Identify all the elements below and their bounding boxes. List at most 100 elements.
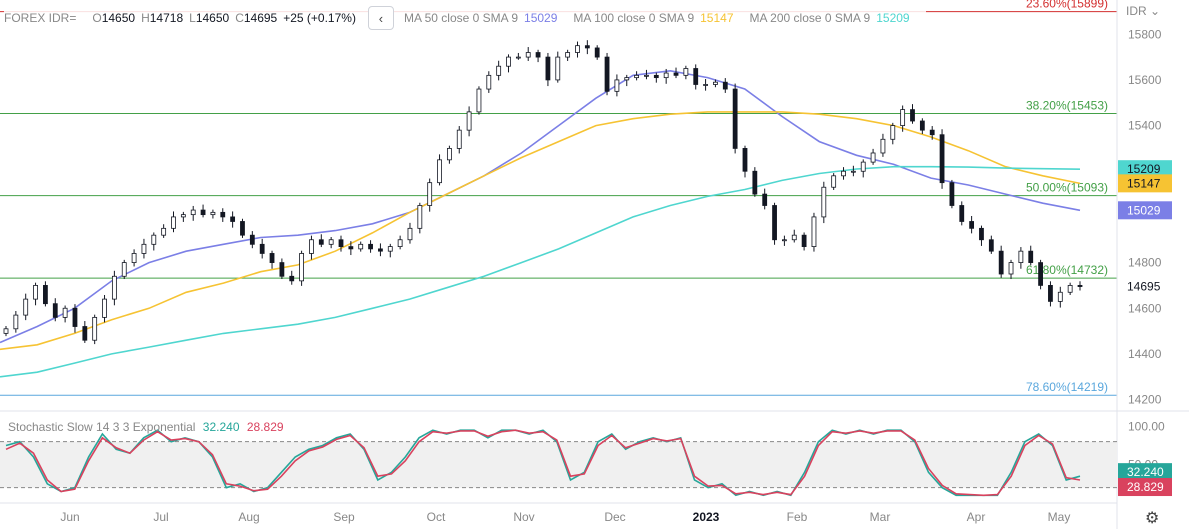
candle-body	[102, 298, 107, 318]
price-tick-label: 14200	[1128, 393, 1162, 407]
candle-body	[535, 52, 541, 58]
ma100-label[interactable]: MA 100 close 0 SMA 9	[573, 11, 694, 25]
candle-body	[515, 56, 521, 59]
candle-body	[1048, 285, 1053, 302]
candle-body	[397, 239, 403, 247]
candle-body	[1057, 291, 1063, 302]
candle-body	[545, 56, 551, 81]
candle-body	[230, 216, 236, 222]
chevron-left-icon: ‹	[378, 10, 384, 26]
fib-label: 50.00%(15093)	[1026, 181, 1108, 195]
candle-body	[190, 209, 196, 216]
candle-body	[456, 129, 462, 149]
stoch-k-badge: 32.240	[1127, 465, 1164, 479]
candle-body	[831, 175, 837, 188]
candle-body	[949, 182, 955, 206]
ma200-badge: 15209	[1127, 162, 1161, 176]
time-tick-label: Jun	[60, 510, 79, 524]
candle-body	[732, 88, 738, 149]
candle-body	[13, 314, 19, 330]
last-price-badge: 14695	[1127, 280, 1161, 294]
settings-gear-icon[interactable]: ⚙	[1145, 508, 1159, 528]
candle-body	[496, 65, 502, 76]
candle-body	[82, 326, 88, 341]
candle-body	[52, 303, 58, 318]
candle-body	[742, 148, 748, 172]
candle-body	[417, 205, 423, 229]
candle-body	[653, 74, 659, 79]
candle-body	[476, 88, 482, 113]
open-value: 14650	[101, 11, 136, 25]
low-label: L	[189, 11, 196, 25]
candle-body	[988, 239, 994, 252]
candle-body	[752, 170, 758, 195]
candle-body	[1067, 285, 1073, 293]
price-tick-label: 14400	[1128, 347, 1162, 361]
stoch-tick-label: 100.00	[1128, 419, 1165, 433]
close-value: 14695	[243, 11, 278, 25]
candle-body	[259, 243, 265, 254]
stochastic-legend[interactable]: Stochastic Slow 14 3 3 Exponential 32.24…	[8, 420, 284, 434]
chevron-down-icon: ⌄	[1146, 4, 1161, 18]
candle-body	[506, 56, 511, 67]
currency-label: IDR	[1126, 4, 1147, 18]
stochastic-d-value: 28.829	[246, 420, 284, 434]
candle-body	[92, 316, 98, 341]
candle-body	[565, 52, 571, 58]
candle-body	[220, 211, 226, 218]
candle-body	[722, 81, 728, 90]
candle-body	[782, 239, 787, 242]
candle-body	[249, 234, 255, 245]
price-tick-label: 15800	[1128, 27, 1162, 41]
candle-body	[161, 227, 167, 236]
candle-body	[703, 84, 708, 86]
change-value: +25 (+0.17%)	[283, 11, 356, 25]
candle-body	[23, 298, 29, 316]
candle-body	[693, 68, 699, 85]
candle-body	[368, 243, 373, 250]
price-tick-label: 14800	[1128, 256, 1162, 270]
candle-body	[959, 205, 965, 222]
currency-selector[interactable]: IDR ⌄	[1126, 4, 1160, 18]
time-tick-label: Mar	[870, 510, 891, 524]
candle-body	[348, 246, 354, 250]
candle-body	[121, 262, 127, 277]
time-tick-label: Aug	[238, 510, 259, 524]
candle-body	[624, 77, 630, 81]
ma50-label[interactable]: MA 50 close 0 SMA 9	[404, 11, 518, 25]
candle-body	[939, 134, 945, 184]
candle-body	[1038, 262, 1043, 286]
candle-body	[821, 186, 827, 218]
candle-body	[378, 248, 383, 252]
candle-body	[466, 111, 472, 131]
candle-body	[969, 221, 975, 229]
fib-label: 23.60%(15899)	[1026, 0, 1108, 11]
candle-body	[427, 182, 433, 206]
candle-body	[437, 159, 442, 184]
time-tick-label: Jul	[153, 510, 168, 524]
collapse-legend-button[interactable]: ‹	[367, 6, 394, 30]
candle-body	[1077, 285, 1083, 287]
ma100-value: 15147	[700, 11, 734, 25]
candle-body	[634, 74, 640, 79]
candle-body	[446, 148, 452, 161]
ma100-badge: 15147	[1127, 176, 1161, 190]
candle-body	[811, 216, 817, 248]
candle-body	[141, 243, 147, 254]
ma200-label[interactable]: MA 200 close 0 SMA 9	[750, 11, 871, 25]
time-tick-label: Nov	[513, 510, 534, 524]
candle-body	[240, 221, 245, 236]
candle-body	[62, 307, 68, 318]
candle-body	[801, 234, 807, 248]
candle-body	[713, 81, 718, 85]
symbol-name[interactable]: FOREX IDR=	[4, 11, 76, 25]
time-tick-label: Oct	[427, 510, 446, 524]
candle-body	[269, 253, 275, 263]
chart-canvas: 23.60%(15899)38.20%(15453)50.00%(15093)6…	[0, 0, 1189, 529]
candle-body	[772, 205, 777, 241]
candle-body	[3, 328, 9, 334]
ma200-value: 15209	[876, 11, 910, 25]
candle-body	[880, 138, 886, 154]
candle-body	[151, 234, 157, 245]
candle-body	[200, 209, 206, 216]
